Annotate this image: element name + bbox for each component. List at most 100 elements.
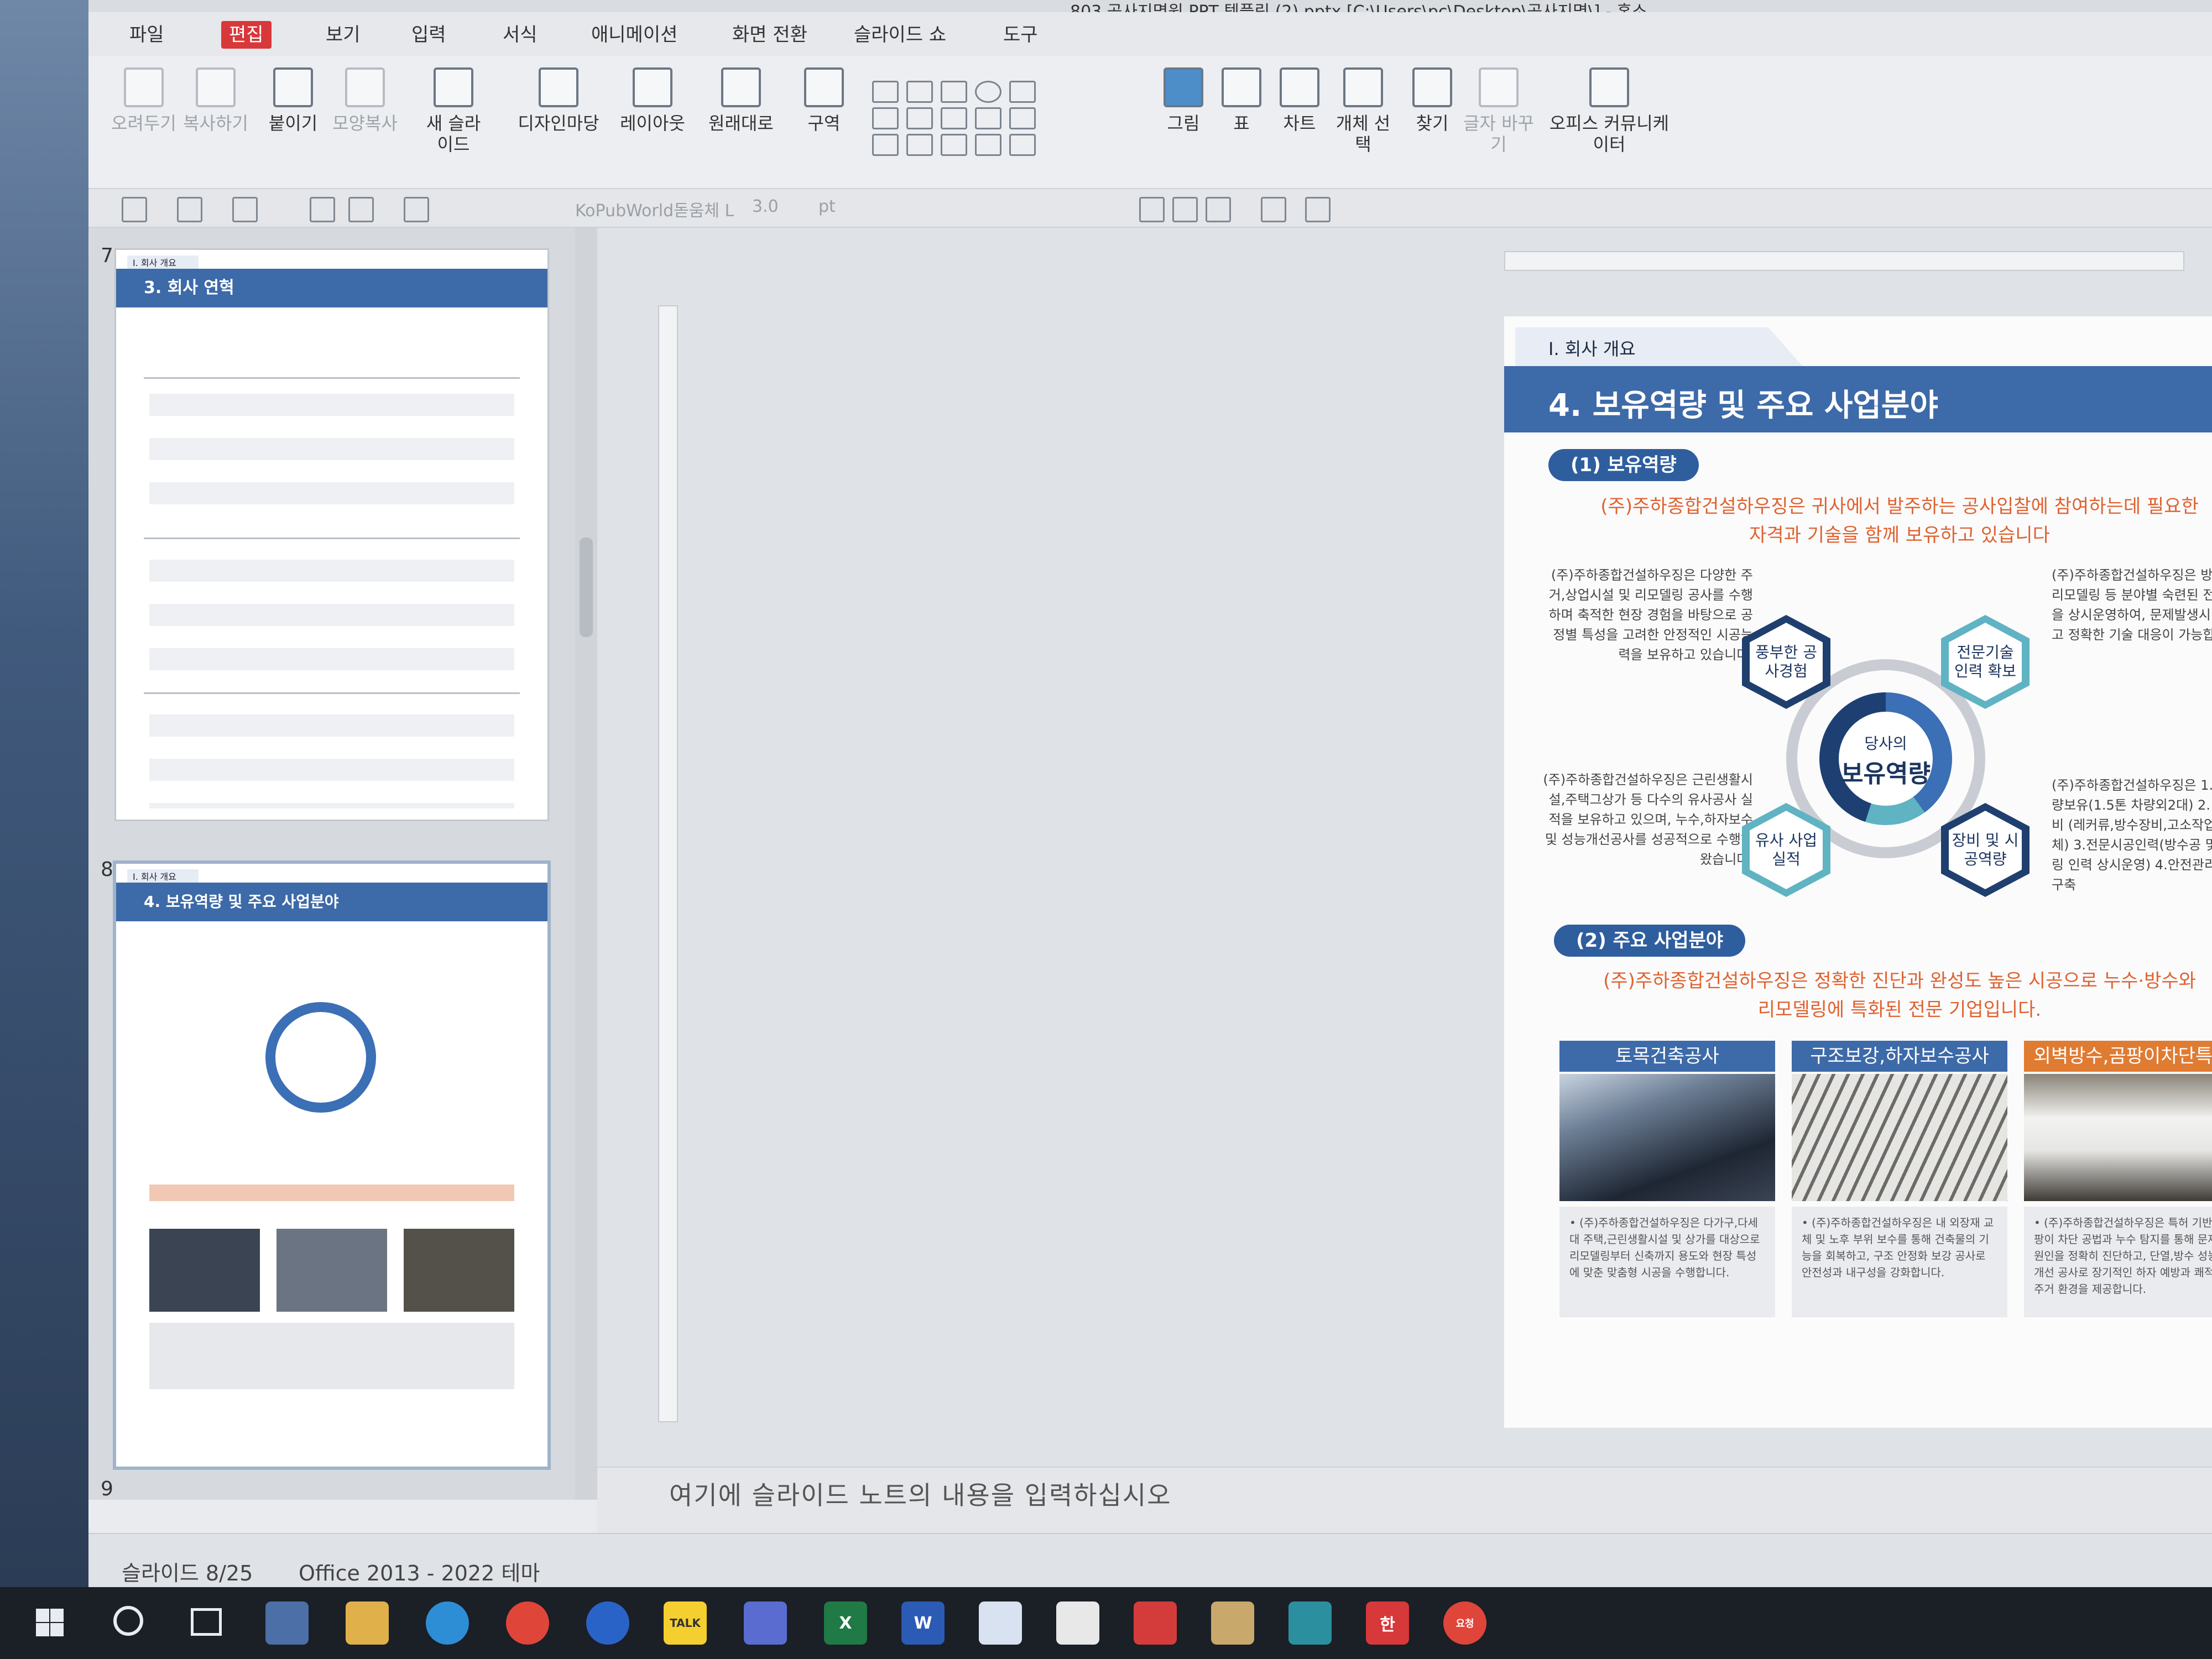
shapes-gallery[interactable]: [868, 79, 1051, 173]
edge-icon[interactable]: [426, 1601, 469, 1645]
menu-edit[interactable]: 편집: [221, 21, 272, 49]
save-icon[interactable]: [232, 197, 258, 222]
hancom-show-icon[interactable]: 한: [1366, 1601, 1409, 1645]
table-button[interactable]: 표: [1208, 67, 1275, 134]
search-icon[interactable]: [113, 1606, 143, 1636]
chart-button[interactable]: 차트: [1266, 67, 1333, 134]
card-text-civil[interactable]: • (주)주하종합건설하우징은 다가구,다세대 주택,근린생활시설 및 상가를 …: [1559, 1207, 1775, 1317]
shape-cube-icon[interactable]: [941, 134, 967, 156]
app-icon[interactable]: [1288, 1601, 1332, 1645]
font-select[interactable]: KoPubWorld돋움체 L: [575, 197, 734, 221]
current-slide[interactable]: I. 회사 개요 4. 보유역량 및 주요 사업분야 (1) 보유역량 (주)주…: [1504, 316, 2212, 1428]
capability-text-right-top[interactable]: (주)주하종합건설하우징은 방수,단열,리모델링 등 분야별 숙련된 전문 인력…: [2052, 565, 2212, 645]
business-headline-1[interactable]: (주)주하종합건설하우징은 정확한 진단과 완성도 높은 시공으로 누수·방수와: [1504, 967, 2212, 995]
undo-icon[interactable]: [404, 197, 429, 222]
app-icon[interactable]: [744, 1601, 787, 1645]
menu-slideshow[interactable]: 슬라이드 쇼: [846, 21, 954, 49]
card-title-structural[interactable]: 구조보강,하자보수공사: [1792, 1041, 2007, 1072]
find-button[interactable]: 찾기: [1399, 67, 1465, 134]
app-icon[interactable]: [1134, 1601, 1177, 1645]
new-slide-button[interactable]: 새 슬라이드: [420, 67, 487, 155]
shape-oval-icon[interactable]: [975, 81, 1001, 103]
design-button[interactable]: 디자인마당: [514, 67, 603, 134]
reset-button[interactable]: 원래대로: [702, 67, 780, 134]
word-icon[interactable]: W: [901, 1601, 945, 1645]
paste-button[interactable]: 붙이기: [260, 67, 326, 134]
chrome-profile-icon[interactable]: 요청: [1443, 1601, 1486, 1645]
picture-button[interactable]: 그림: [1150, 67, 1217, 134]
capability-headline-1[interactable]: (주)주하종합건설하우징은 귀사에서 발주하는 공사입찰에 참여하는데 필요한: [1504, 492, 2212, 521]
shape-brace-icon[interactable]: [1009, 134, 1036, 156]
shape-line-icon[interactable]: [872, 107, 899, 129]
menu-format[interactable]: 서식: [495, 21, 545, 49]
align-right-icon[interactable]: [1206, 197, 1231, 222]
capability-text-right-bottom[interactable]: (주)주하종합건설하우징은 1.공사차량보유(1.5톤 차량외2대) 2. 설비…: [2052, 775, 2212, 895]
app-icon[interactable]: [1211, 1601, 1254, 1645]
business-pill[interactable]: (2) 주요 사업분야: [1554, 925, 1746, 957]
print-icon[interactable]: [310, 197, 335, 222]
shape-freeform-icon[interactable]: [1009, 107, 1036, 129]
preview-icon[interactable]: [348, 197, 374, 222]
align-center-icon[interactable]: [1172, 197, 1198, 222]
app-icon[interactable]: [979, 1601, 1022, 1645]
shape-double-arrow-icon[interactable]: [906, 134, 933, 156]
pin-icon[interactable]: [586, 1601, 629, 1645]
kakaotalk-icon[interactable]: TALK: [664, 1601, 707, 1645]
shape-arrow-right-icon[interactable]: [872, 134, 899, 156]
card-text-structural[interactable]: • (주)주하종합건설하우징은 내 외장재 교체 및 노후 부위 보수를 통해 …: [1792, 1207, 2007, 1317]
excel-icon[interactable]: X: [824, 1601, 867, 1645]
new-file-icon[interactable]: [122, 197, 147, 222]
open-folder-icon[interactable]: [177, 197, 202, 222]
object-select-button[interactable]: 개체 선택: [1330, 67, 1396, 155]
menu-view[interactable]: 보기: [318, 21, 368, 49]
align-left-icon[interactable]: [1139, 197, 1165, 222]
menu-transition[interactable]: 화면 전환: [724, 21, 815, 49]
card-title-waterproofing[interactable]: 외벽방수,곰팡이차단특허: [2024, 1041, 2212, 1072]
format-painter-button[interactable]: 모양복사: [332, 67, 398, 134]
menu-tools[interactable]: 도구: [995, 21, 1046, 49]
scaffold-photo: [1792, 1074, 2007, 1201]
chrome-icon[interactable]: [506, 1601, 549, 1645]
card-title-civil[interactable]: 토목건축공사: [1559, 1041, 1775, 1072]
slide-thumbnail-8[interactable]: I. 회사 개요 4. 보유역량 및 주요 사업분야: [116, 864, 547, 1467]
capability-headline-2[interactable]: 자격과 기술을 함께 보유하고 있습니다: [1504, 521, 2212, 550]
card-text-waterproofing[interactable]: • (주)주하종합건설하우징은 특허 기반 곰팡이 차단 공법과 누수 탐지를 …: [2024, 1207, 2212, 1317]
capability-text-left-bottom[interactable]: (주)주하종합건설하우징은 근린생활시설,주택그상가 등 다수의 유사공사 실적…: [1543, 770, 1753, 869]
task-view-icon[interactable]: [191, 1608, 222, 1636]
presentation-window: 803 공사지명원 PPT 템플릿 (2).pptx [C:\Users\pc\…: [88, 0, 2212, 1587]
shape-rect-icon[interactable]: [906, 81, 933, 103]
layout-button[interactable]: 레이아웃: [614, 67, 691, 134]
shape-curve-icon[interactable]: [975, 107, 1001, 129]
font-size-select[interactable]: 3.0: [752, 197, 779, 216]
mini-card-image: [276, 1229, 387, 1312]
slide-title[interactable]: 4. 보유역량 및 주요 사업분야: [1548, 380, 1938, 425]
shape-line-icon[interactable]: [906, 107, 933, 129]
numbering-icon[interactable]: [1305, 197, 1331, 222]
menu-animation[interactable]: 애니메이션: [583, 21, 685, 49]
copy-button[interactable]: 복사하기: [182, 67, 249, 134]
menu-file[interactable]: 파일: [122, 21, 172, 49]
office-communicator-button[interactable]: 오피스 커뮤니케이터: [1548, 67, 1670, 155]
shape-triangle-icon[interactable]: [1009, 81, 1036, 103]
bullets-icon[interactable]: [1261, 197, 1286, 222]
capability-diagram[interactable]: 당사의 보유역량 풍부한 공사경험 전문기술 인력 확보 유사 사업실적 장비 …: [1742, 615, 2030, 902]
app-icon[interactable]: [1056, 1601, 1099, 1645]
file-explorer-icon[interactable]: [346, 1601, 389, 1645]
app-icon[interactable]: [265, 1601, 309, 1645]
capability-pill[interactable]: (1) 보유역량: [1548, 449, 1699, 481]
thumbnail-scrollbar[interactable]: [575, 228, 597, 1500]
windows-start-icon[interactable]: [35, 1608, 65, 1638]
cut-button[interactable]: 오려두기: [111, 67, 177, 134]
shape-brace-icon[interactable]: [975, 134, 1001, 156]
shape-rect-icon[interactable]: [872, 81, 899, 103]
capability-text-left-top[interactable]: (주)주하종합건설하우징은 다양한 주거,상업시설 및 리모델링 공사를 수행하…: [1543, 565, 1753, 665]
replace-button[interactable]: 글자 바꾸기: [1460, 67, 1537, 155]
slide-thumbnail-7[interactable]: I. 회사 개요 3. 회사 연혁: [116, 250, 547, 820]
shape-rect-icon[interactable]: [941, 81, 967, 103]
section-button[interactable]: 구역: [791, 67, 857, 134]
vertical-ruler: [658, 305, 678, 1422]
menu-insert[interactable]: 입력: [404, 21, 454, 49]
shape-arrow-icon[interactable]: [941, 107, 967, 129]
business-headline-2[interactable]: 리모델링에 특화된 전문 기업입니다.: [1504, 995, 2212, 1024]
slide-notes[interactable]: 여기에 슬라이드 노트의 내용을 입력하십시오: [597, 1467, 2212, 1533]
